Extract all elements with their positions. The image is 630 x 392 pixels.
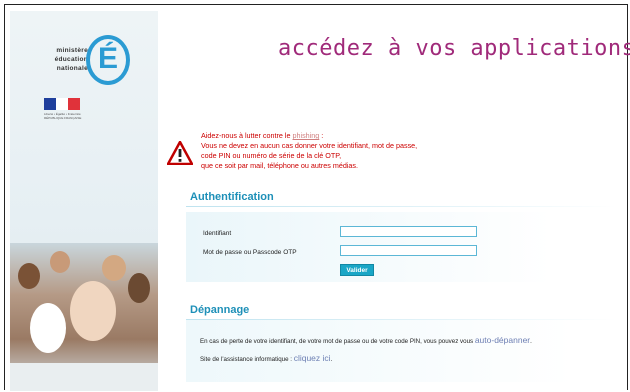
ministry-line-2: éducation bbox=[54, 56, 88, 63]
cliquez-ici-link[interactable]: cliquez ici bbox=[294, 353, 331, 363]
page-title: accédez à vos applications bbox=[278, 36, 630, 61]
assistance-text: Site de l'assistance informatique : bbox=[200, 356, 294, 363]
help-section-title: Dépannage bbox=[190, 304, 250, 316]
recovery-end: . bbox=[530, 338, 532, 345]
valider-button[interactable]: Valider bbox=[340, 264, 374, 276]
warning-triangle-icon bbox=[167, 141, 193, 165]
help-line-recovery: En cas de perte de votre identifiant, de… bbox=[200, 335, 532, 345]
republic-caption: Liberté • Égalité • Fraternité RÉPUBLIQU… bbox=[44, 112, 82, 120]
ministry-line-3: nationale bbox=[56, 65, 88, 72]
warning-prefix: Aidez-nous à lutter contre le bbox=[201, 131, 293, 140]
warning-line-2: Vous ne devez en aucun cas donner votre … bbox=[201, 141, 418, 150]
ministry-logo-text: ministère éducation nationale bbox=[40, 46, 88, 73]
identifiant-input[interactable] bbox=[340, 226, 477, 237]
phishing-warning: Aidez-nous à lutter contre le phishing :… bbox=[201, 131, 521, 171]
identifiant-label: Identifiant bbox=[203, 230, 232, 237]
password-label: Mot de passe ou Passcode OTP bbox=[203, 249, 297, 256]
warning-line-4: que ce soit par mail, téléphone ou autre… bbox=[201, 161, 359, 170]
password-input[interactable] bbox=[340, 245, 477, 256]
ministry-line-1: ministère bbox=[56, 47, 88, 54]
warning-line-1: Aidez-nous à lutter contre le phishing : bbox=[201, 131, 521, 141]
auth-section-divider bbox=[186, 206, 616, 207]
auto-depanner-link[interactable]: auto-dépanner bbox=[475, 335, 530, 345]
help-panel bbox=[186, 320, 616, 382]
assistance-end: . bbox=[330, 356, 333, 363]
warning-suffix: : bbox=[319, 131, 324, 140]
classroom-photo bbox=[10, 243, 158, 391]
help-line-assistance: Site de l'assistance informatique : cliq… bbox=[200, 353, 332, 363]
education-logo-icon: É bbox=[86, 35, 130, 85]
auth-section-title: Authentification bbox=[190, 191, 274, 203]
warning-line-3: code PIN ou numéro de série de la clé OT… bbox=[201, 151, 342, 160]
sidebar-panel: ministère éducation nationale É Liberté … bbox=[10, 11, 158, 391]
phishing-link[interactable]: phishing bbox=[293, 131, 320, 140]
french-flag-icon bbox=[44, 98, 80, 110]
recovery-text: En cas de perte de votre identifiant, de… bbox=[200, 338, 475, 345]
